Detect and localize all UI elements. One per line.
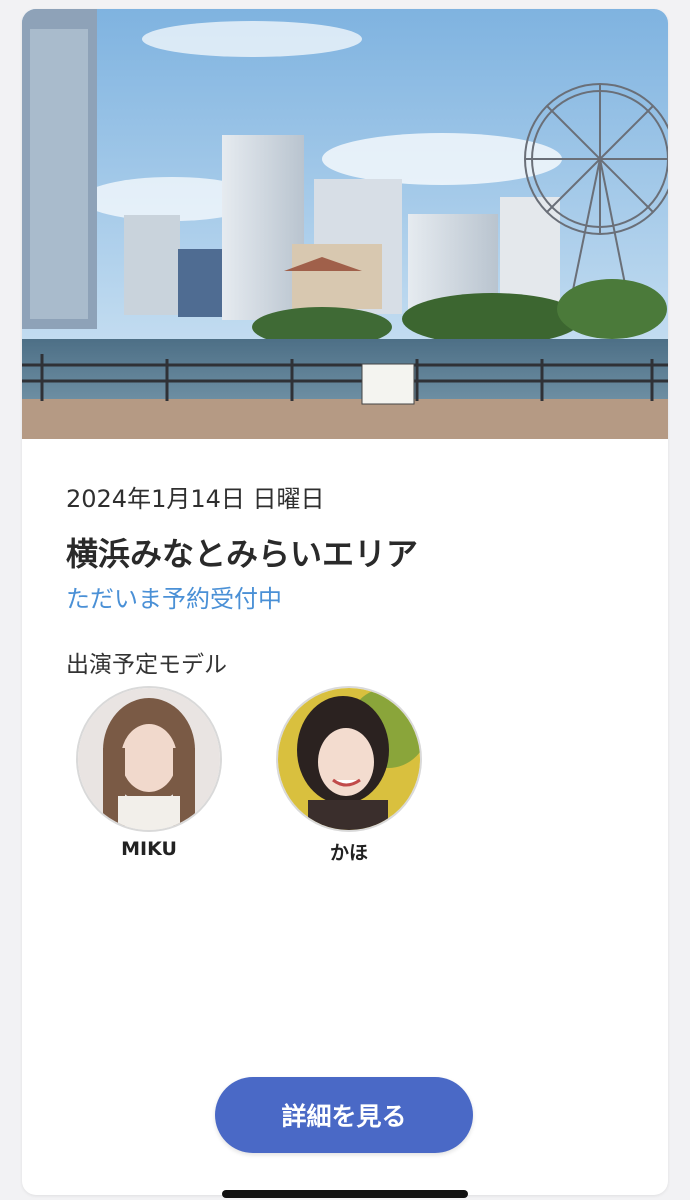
view-details-button[interactable]: 詳細を見る	[215, 1077, 473, 1153]
avatar[interactable]	[76, 686, 222, 832]
model-name: かほ	[329, 842, 368, 864]
event-title: 横浜みなとみらいエリア	[66, 535, 419, 573]
hero-image	[22, 9, 668, 439]
booking-status: ただいま予約受付中	[66, 585, 282, 613]
avatar[interactable]	[276, 686, 422, 832]
model-name: MIKU	[121, 838, 177, 860]
model-card-miku[interactable]: MIKU	[74, 686, 224, 860]
event-date: 2024年1月14日 日曜日	[66, 485, 325, 513]
models-section-label: 出演予定モデル	[66, 652, 227, 678]
home-indicator[interactable]	[222, 1190, 468, 1198]
event-card[interactable]: 2024年1月14日 日曜日 横浜みなとみらいエリア ただいま予約受付中 出演予…	[22, 9, 668, 1195]
model-card-kaho[interactable]: かほ	[274, 686, 424, 865]
